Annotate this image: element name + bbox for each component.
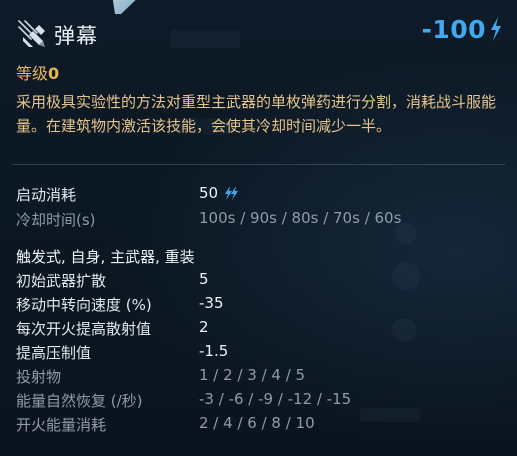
stat-label: 能量自然恢复 (/秒)	[16, 392, 143, 410]
level-label: 等级	[16, 64, 49, 83]
stat-label: 冷却时间(s)	[16, 211, 96, 229]
stat-value: -1.5	[199, 342, 229, 360]
stat-label: 投射物	[16, 368, 62, 386]
stat-value: 2 / 4 / 6 / 8 / 10	[199, 414, 315, 432]
energy-bolts-icon	[225, 186, 239, 200]
energy-cost-value: -100	[421, 14, 486, 44]
stat-value: -3 / -6 / -9 / -12 / -15	[199, 390, 352, 408]
stat-label: 移动中转向速度 (%)	[16, 296, 152, 314]
stat-label: 初始武器扩散	[16, 272, 107, 290]
stat-label: 提高压制值	[16, 344, 92, 362]
section-divider	[12, 164, 505, 165]
tooltip-header: 弹幕 -100	[16, 10, 503, 54]
background-ghost	[392, 318, 416, 342]
level-value: 0	[48, 64, 60, 83]
energy-bolt-icon	[491, 17, 501, 41]
stat-label: 开火能量消耗	[16, 416, 107, 434]
stat-value: 1 / 2 / 3 / 4 / 5	[199, 366, 306, 384]
stat-value: 2	[199, 318, 209, 336]
ability-description: 采用极具实验性的方法对重型主武器的单枚弹药进行分割，消耗战斗服能量。在建筑物内激…	[16, 93, 497, 135]
background-ghost	[360, 408, 420, 422]
ability-categories: 触发式, 自身, 主武器, 重装	[16, 248, 195, 266]
ability-level: 等级0	[16, 60, 59, 84]
stat-label: 启动消耗	[16, 186, 77, 204]
energy-cost: -100	[421, 12, 503, 46]
activation-cost-value: 50	[199, 184, 219, 202]
background-ghost	[392, 262, 420, 290]
ability-tooltip: 弹幕 -100 等级0 采用极具实验性的方法对重型主武器的单枚弹药进行分割，消耗…	[0, 0, 517, 456]
barrage-missiles-icon	[18, 20, 45, 47]
ability-title: 弹幕	[54, 24, 98, 48]
stat-value: -35	[199, 294, 224, 312]
stat-value: 50	[199, 184, 239, 202]
stat-label: 每次开火提高散射值	[16, 320, 152, 338]
stat-value: 5	[199, 270, 209, 288]
stat-value: 100s / 90s / 80s / 70s / 60s	[199, 209, 402, 227]
